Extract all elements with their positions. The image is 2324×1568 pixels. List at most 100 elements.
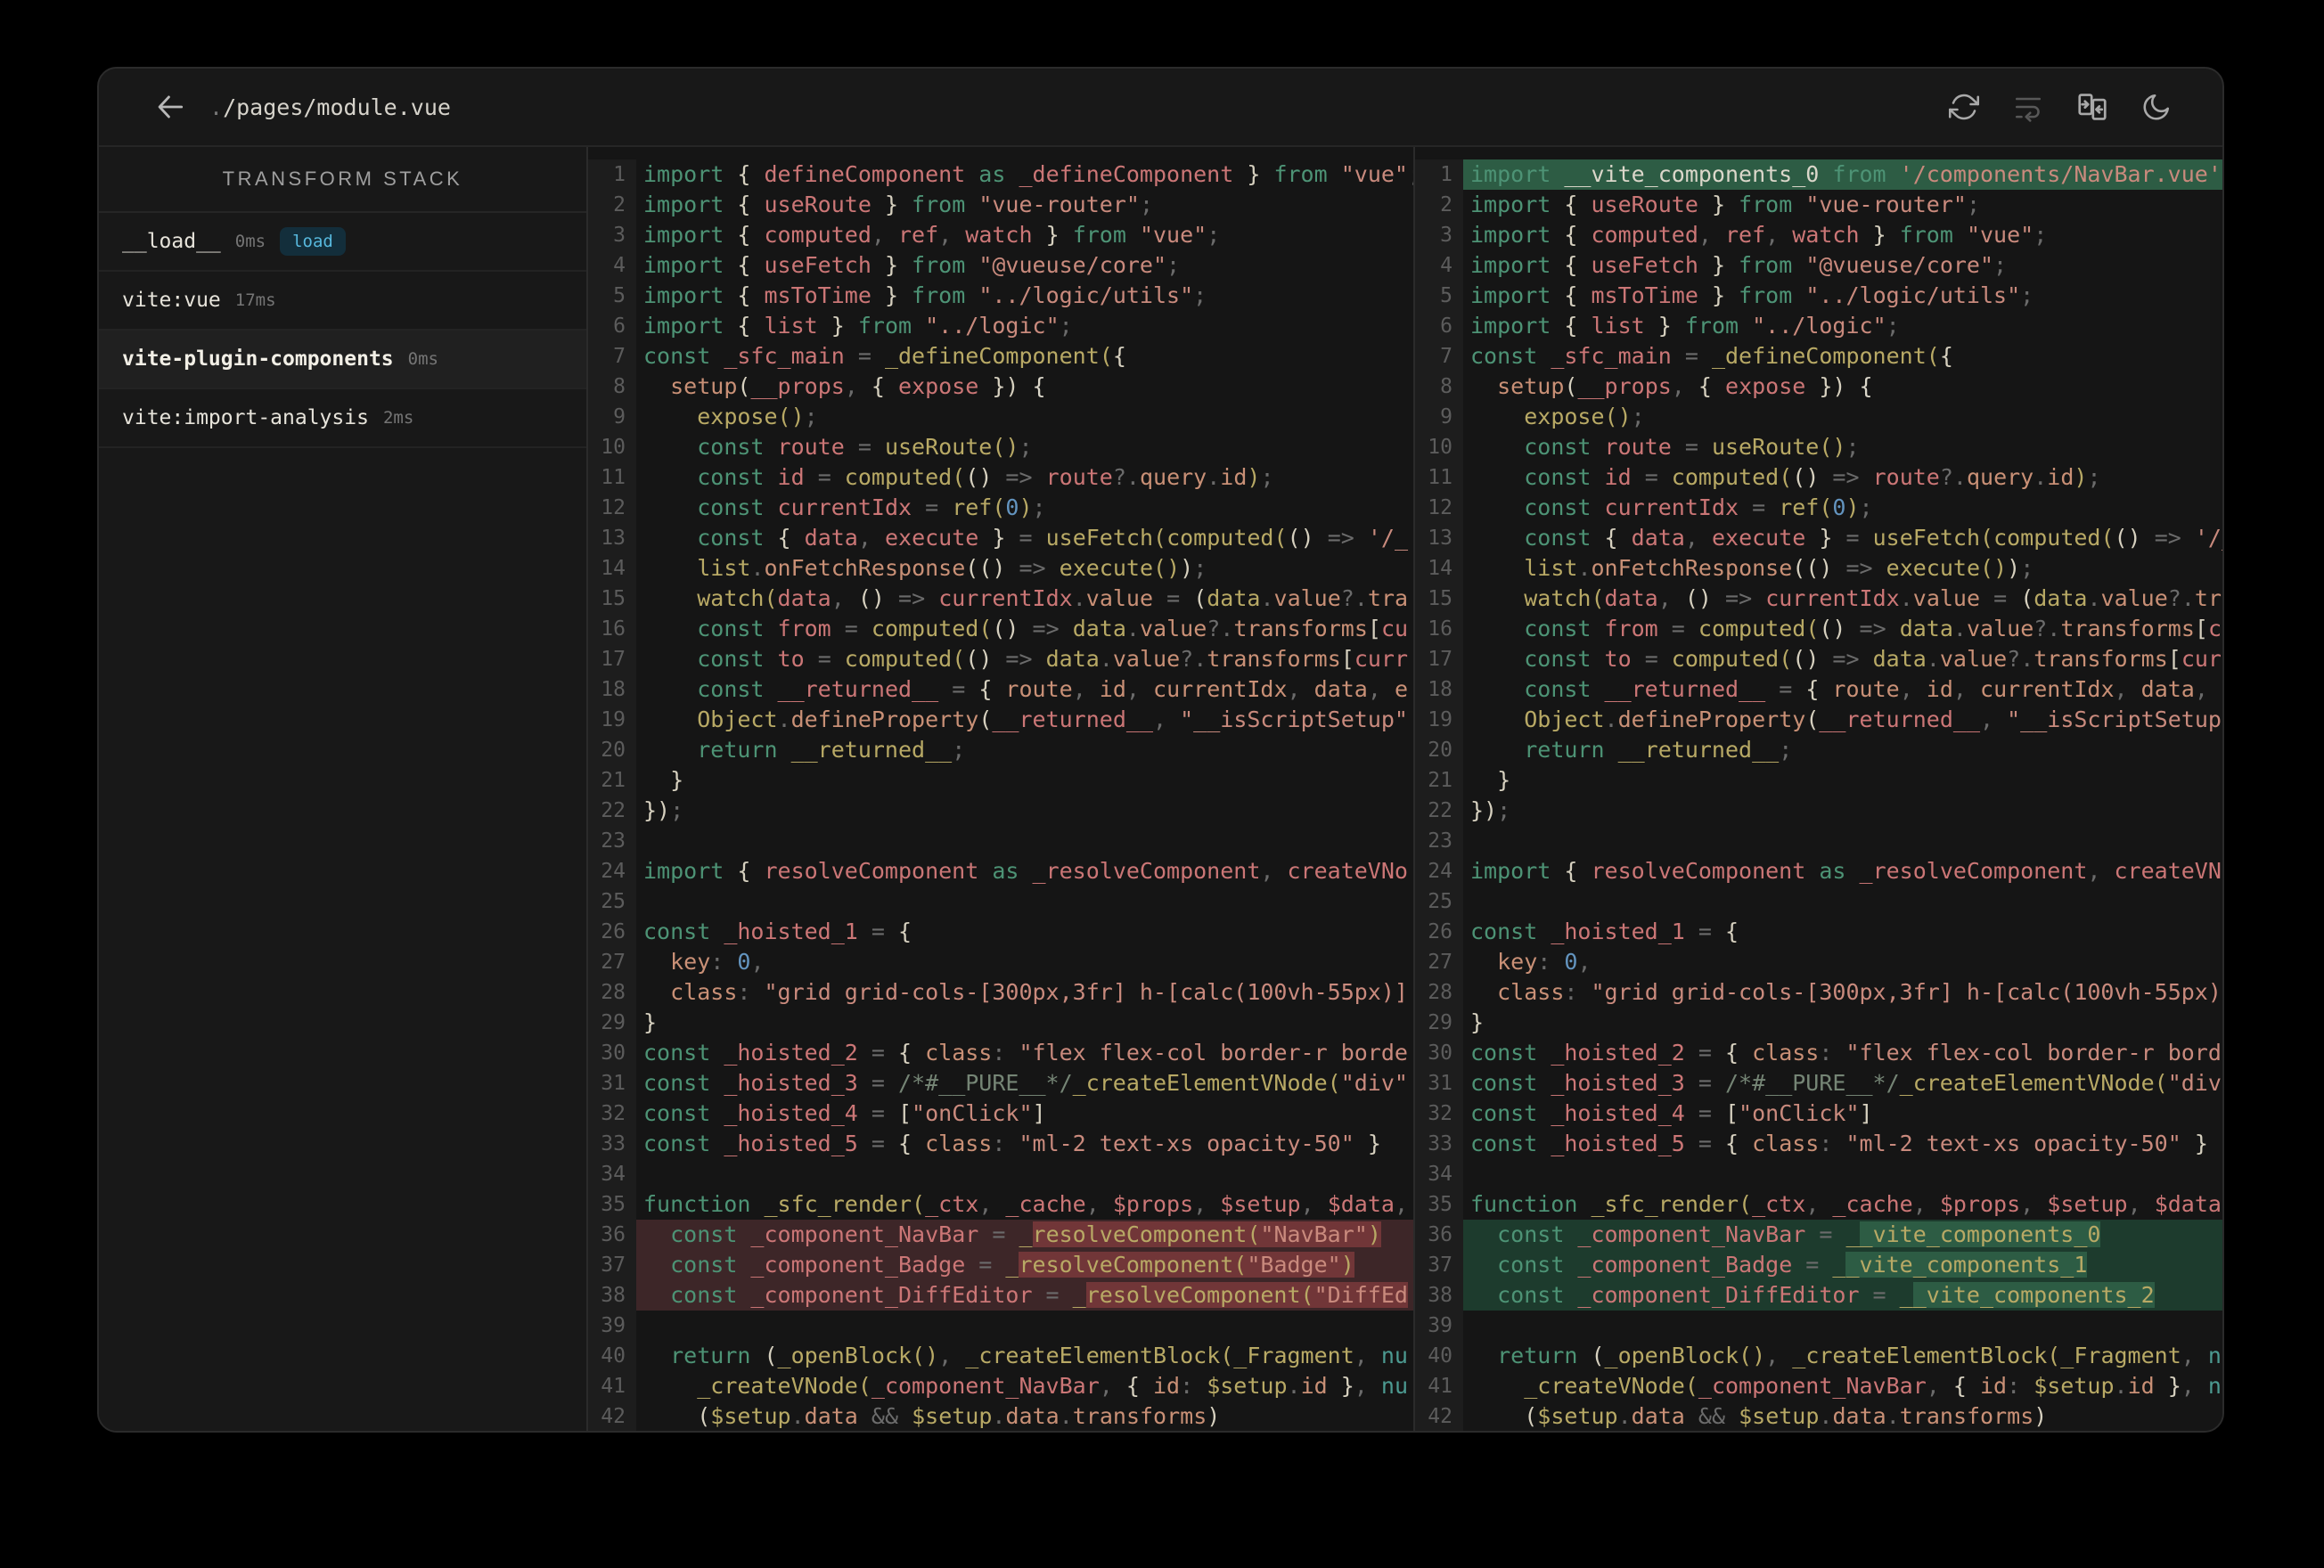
line-content: const _component_DiffEditor = _resolveCo… — [636, 1280, 1413, 1311]
code-line: 1 import __vite_components_0 from '/compo… — [1415, 159, 2222, 190]
line-content: Object.defineProperty(__returned__, "__i… — [1524, 706, 2222, 732]
line-content: }); — [1470, 797, 1511, 823]
line-number: 42 — [1415, 1401, 1463, 1431]
line-number: 37 — [1415, 1250, 1463, 1280]
line-number: 16 — [1415, 614, 1463, 644]
line-number: 31 — [588, 1068, 636, 1098]
code-line: 5 import { msToTime } from "../logic/util… — [588, 281, 1413, 311]
code-panel-after[interactable]: 1 import __vite_components_0 from '/compo… — [1415, 147, 2222, 1431]
line-content — [636, 826, 1413, 856]
line-content: const _component_NavBar = _resolveCompon… — [636, 1220, 1413, 1250]
line-number: 25 — [1415, 886, 1463, 917]
line-number: 22 — [1415, 796, 1463, 826]
line-content: class: "grid grid-cols-[300px,3fr] h-[ca… — [670, 979, 1408, 1005]
line-number: 39 — [588, 1311, 636, 1341]
code-line: 42 ($setup.data && $setup.data.transform… — [588, 1401, 1413, 1431]
line-number: 26 — [588, 917, 636, 947]
line-number: 9 — [1415, 402, 1463, 432]
code-line: 11 const id = computed(() => route?.quer… — [1415, 462, 2222, 493]
line-content: }); — [643, 797, 684, 823]
line-content: const _sfc_main = _defineComponent({ — [1470, 343, 1953, 369]
code-line: 30 const _hoisted_2 = { class: "flex flex… — [588, 1038, 1413, 1068]
line-content: import { list } from "../logic"; — [643, 313, 1073, 339]
plugin-time: 17ms — [234, 290, 276, 310]
line-content: const to = computed(() => data.value?.tr… — [697, 646, 1409, 672]
code-line: 35 function _sfc_render(_ctx, _cache, $pr… — [1415, 1189, 2222, 1220]
code-line: 31 const _hoisted_3 = /*#__PURE__*/_creat… — [1415, 1068, 2222, 1098]
main-content: TRANSFORM STACK __load__ 0ms load vite:vue 1… — [99, 147, 2222, 1431]
code-line: 2 import { useRoute } from "vue-router"; — [588, 190, 1413, 220]
line-content: watch(data, () => currentIdx.value = (da… — [1524, 585, 2222, 611]
code-line: 40 return (_openBlock(), _createElementB… — [588, 1341, 1413, 1371]
dark-mode-button[interactable] — [2139, 89, 2174, 125]
line-number: 38 — [1415, 1280, 1463, 1311]
line-number: 40 — [588, 1341, 636, 1371]
sidebar-item-load[interactable]: __load__ 0ms load — [99, 213, 586, 272]
line-content: import { computed, ref, watch } from "vu… — [643, 222, 1221, 248]
toggle-one-column-icon — [2078, 94, 2107, 120]
line-content: const _hoisted_3 = /*#__PURE__*/_createE… — [643, 1070, 1408, 1096]
line-number: 17 — [588, 644, 636, 674]
load-badge: load — [280, 227, 346, 256]
line-number: 1 — [588, 159, 636, 190]
line-number: 7 — [588, 341, 636, 372]
line-number: 8 — [1415, 372, 1463, 402]
code-line: 10 const route = useRoute(); — [588, 432, 1413, 462]
transform-stack-sidebar: TRANSFORM STACK __load__ 0ms load vite:vue 1… — [99, 147, 588, 1431]
code-line: 29} — [588, 1008, 1413, 1038]
line-number: 32 — [1415, 1098, 1463, 1129]
line-content — [1463, 826, 2222, 856]
refresh-button[interactable] — [1946, 89, 1982, 125]
line-content: const _hoisted_5 = { class: "ml-2 text-x… — [1470, 1131, 2208, 1156]
code-line: 42 ($setup.data && $setup.data.transform… — [1415, 1401, 2222, 1431]
line-number: 29 — [1415, 1008, 1463, 1038]
code-line: 2 import { useRoute } from "vue-router"; — [1415, 190, 2222, 220]
code-line: 27 key: 0, — [1415, 947, 2222, 977]
line-content: ($setup.data && $setup.data.transforms) — [697, 1403, 1221, 1429]
code-line: 40 return (_openBlock(), _createElementB… — [1415, 1341, 2222, 1371]
code-line: 5 import { msToTime } from "../logic/util… — [1415, 281, 2222, 311]
code-line: 8 setup(__props, { expose }) { — [1415, 372, 2222, 402]
plugin-time: 2ms — [382, 408, 414, 428]
plugin-name: vite:import-analysis — [122, 406, 369, 429]
line-content: const _hoisted_3 = /*#__PURE__*/_createE… — [1470, 1070, 2222, 1096]
one-column-toggle-button[interactable] — [2074, 89, 2110, 125]
line-content: function _sfc_render(_ctx, _cache, $prop… — [643, 1191, 1409, 1217]
code-line: 25 — [1415, 886, 2222, 917]
code-line: 18 const __returned__ = { route, id, cur… — [1415, 674, 2222, 705]
line-content — [1463, 886, 2222, 917]
line-content: } — [1470, 767, 1511, 793]
plugin-name: __load__ — [122, 230, 221, 253]
line-content: const from = computed(() => data.value?.… — [1524, 616, 2222, 641]
line-number: 15 — [588, 584, 636, 614]
code-line: 14 list.onFetchResponse(() => execute())… — [588, 553, 1413, 584]
code-line: 34 — [588, 1159, 1413, 1189]
line-content: const _hoisted_1 = { — [1470, 919, 1739, 944]
sidebar-item-vite-plugin-components[interactable]: vite-plugin-components 0ms — [99, 331, 586, 389]
line-number: 5 — [1415, 281, 1463, 311]
line-number: 21 — [1415, 765, 1463, 796]
sidebar-item-vite-vue[interactable]: vite:vue 17ms — [99, 272, 586, 331]
plugin-list: __load__ 0ms load vite:vue 17ms vite-plugin-c… — [99, 213, 586, 448]
line-content — [636, 1311, 1413, 1341]
line-number: 36 — [588, 1220, 636, 1250]
code-line: 31 const _hoisted_3 = /*#__PURE__*/_creat… — [588, 1068, 1413, 1098]
line-content: list.onFetchResponse(() => execute()); — [1524, 555, 2034, 581]
code-line: 21 } — [588, 765, 1413, 796]
code-panel-before[interactable]: 1 import { defineComponent as _defineComp… — [588, 147, 1415, 1431]
line-content: setup(__props, { expose }) { — [670, 373, 1046, 399]
line-number: 2 — [588, 190, 636, 220]
line-content: const _hoisted_2 = { class: "flex flex-c… — [643, 1040, 1408, 1066]
wrap-lines-button[interactable] — [2010, 89, 2046, 125]
line-content: import { useRoute } from "vue-router"; — [1470, 192, 1980, 217]
sidebar-item-vite-import-analysis[interactable]: vite:import-analysis 2ms — [99, 389, 586, 448]
line-content: _createVNode(_component_NavBar, { id: $s… — [697, 1373, 1409, 1399]
line-number: 24 — [1415, 856, 1463, 886]
line-content: const _component_NavBar = __vite_compone… — [1463, 1220, 2222, 1250]
code-line: 32 const _hoisted_4 = ["onClick"] — [1415, 1098, 2222, 1129]
code-line: 18 const __returned__ = { route, id, cur… — [588, 674, 1413, 705]
line-number: 30 — [1415, 1038, 1463, 1068]
line-number: 27 — [1415, 947, 1463, 977]
back-button[interactable] — [151, 87, 190, 127]
code-line: 1 import { defineComponent as _defineComp… — [588, 159, 1413, 190]
